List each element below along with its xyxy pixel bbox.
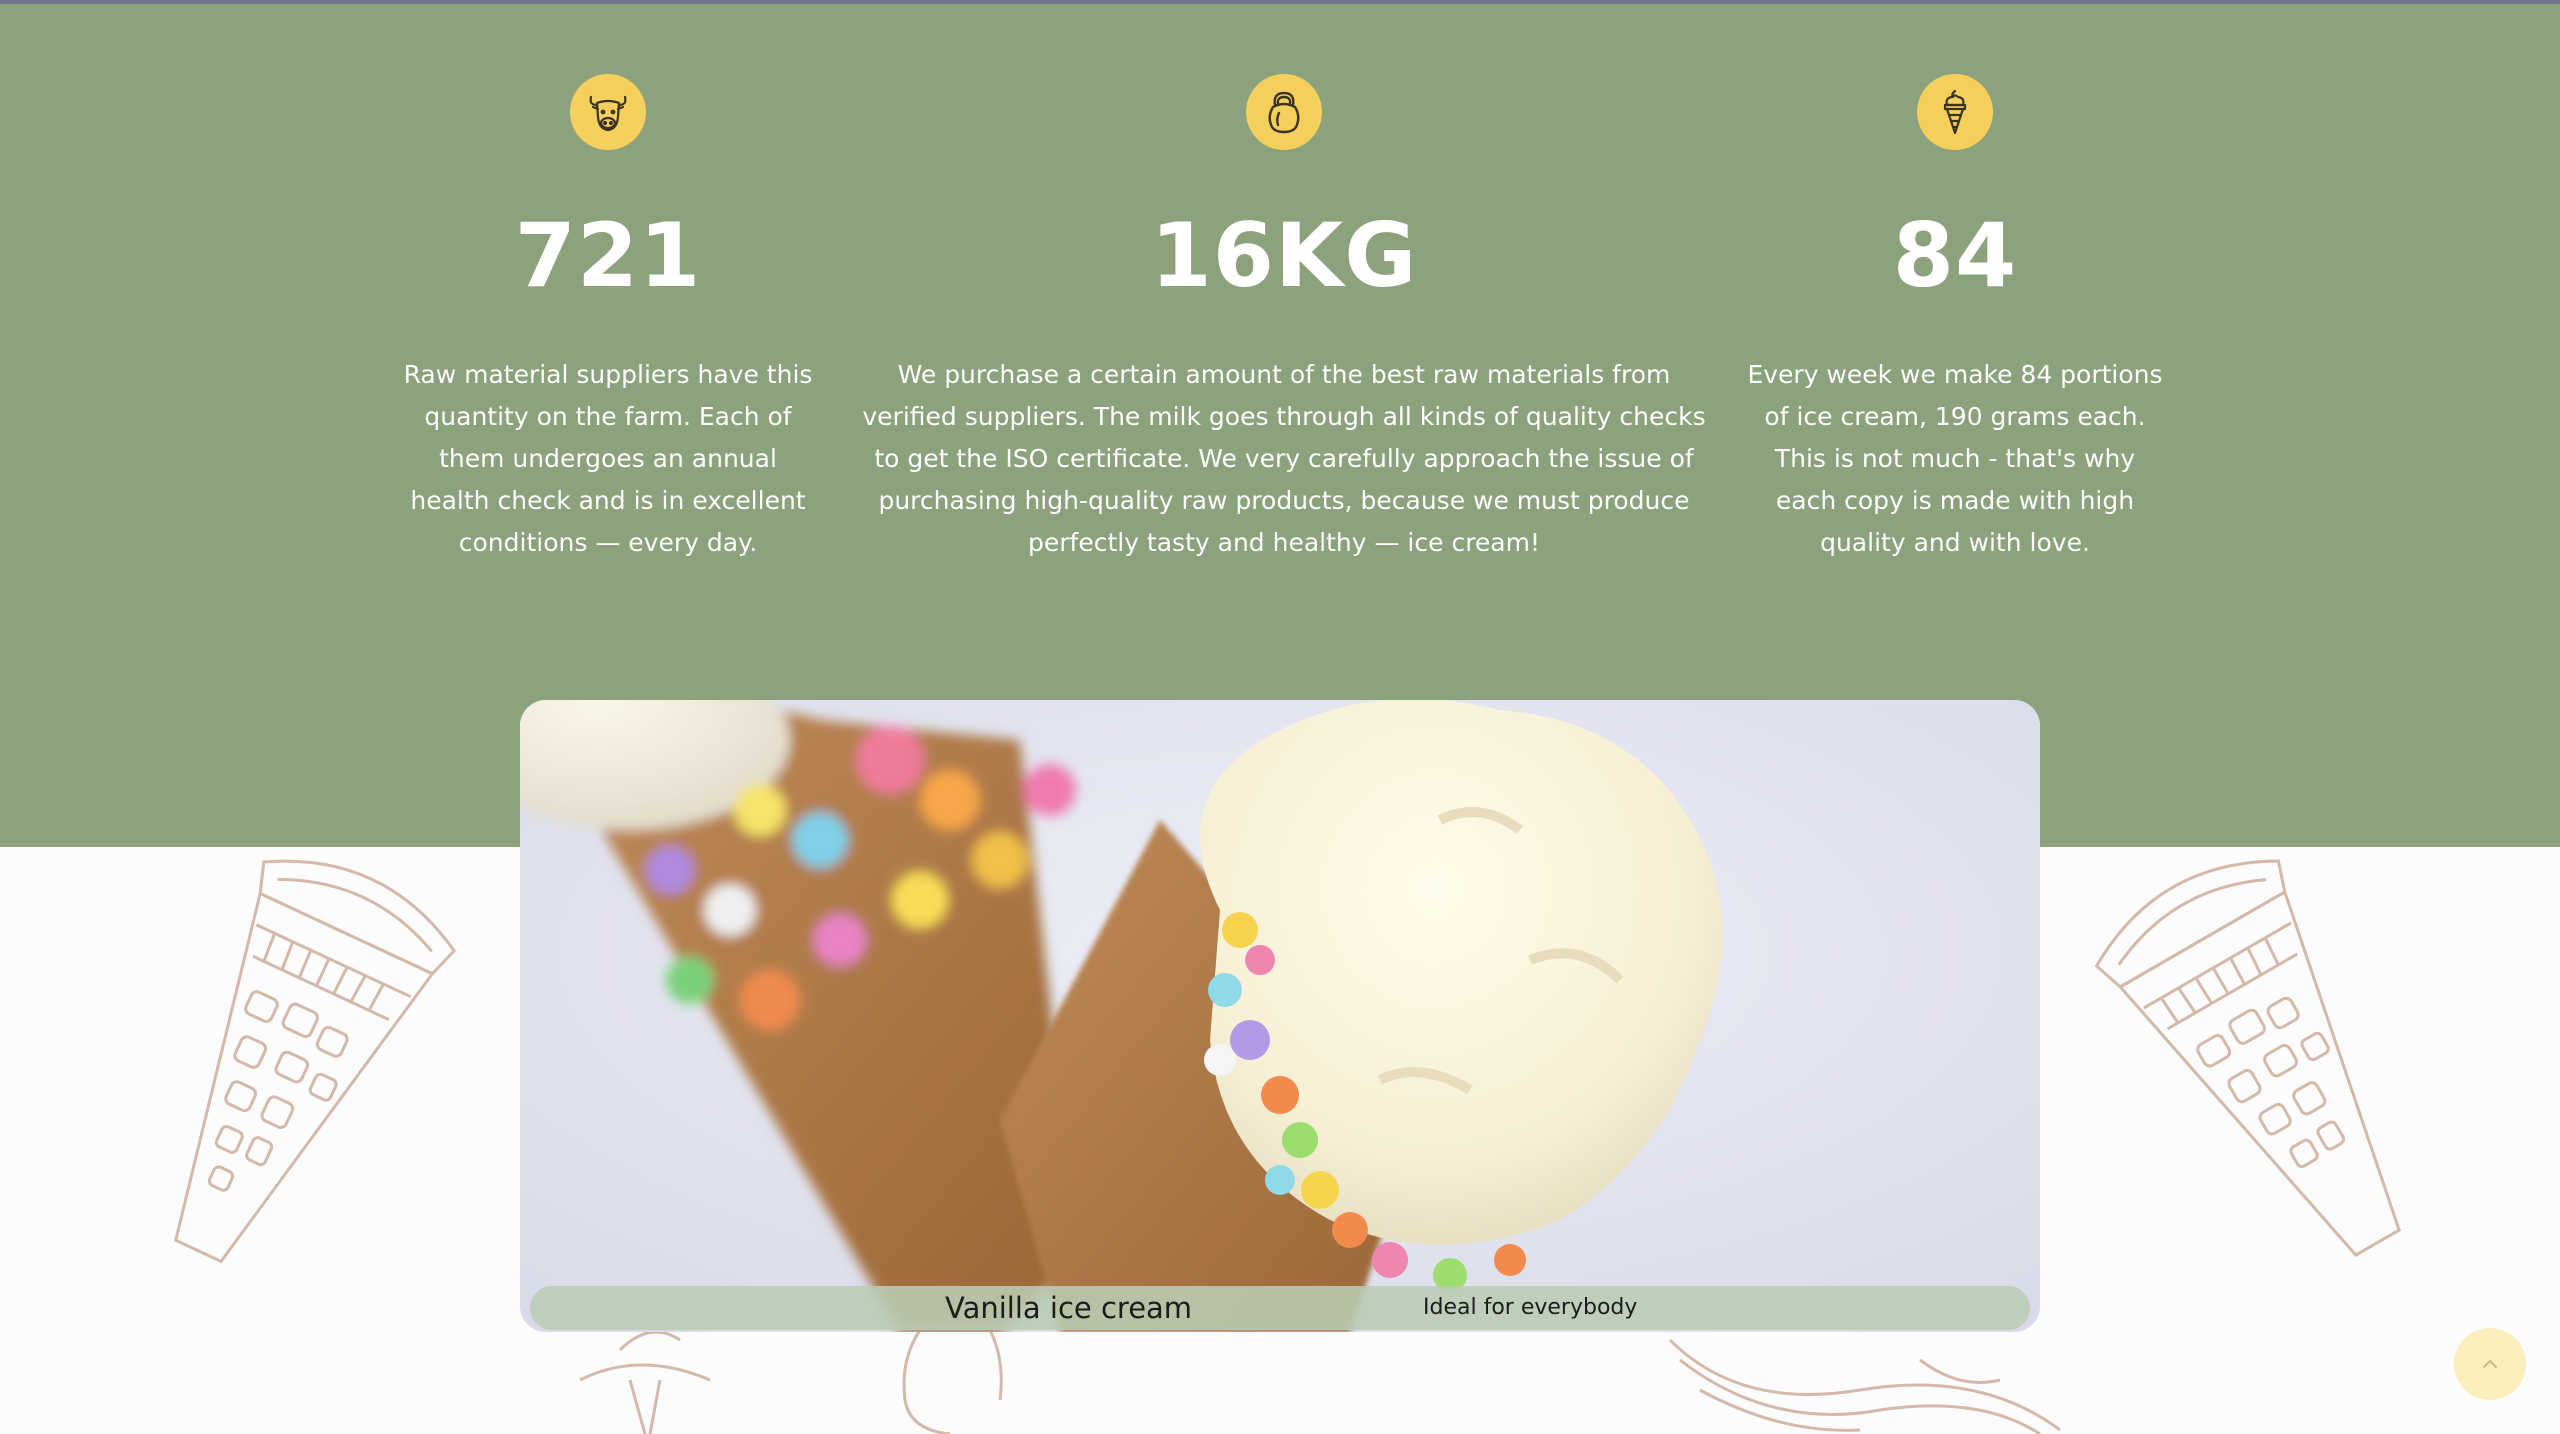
chevron-up-icon [2483, 1360, 2497, 1368]
stat-value: 721 [514, 204, 702, 307]
product-subtitle: Ideal for everybody [1423, 1295, 1638, 1320]
product-photo [520, 700, 2040, 1332]
stat-raw-materials: 16KG We purchase a certain amount of the… [858, 74, 1710, 564]
stat-suppliers: 721 Raw material suppliers have this qua… [398, 74, 818, 564]
stat-portions: 84 Every week we make 84 portions of ice… [1745, 74, 2165, 564]
product-title: Vanilla ice cream [945, 1291, 1193, 1325]
scroll-to-top-button[interactable] [2454, 1328, 2526, 1400]
stat-description: We purchase a certain amount of the best… [862, 360, 1706, 557]
stat-value: 84 [1892, 204, 2018, 307]
stat-description: Every week we make 84 portions of ice cr… [1747, 360, 2163, 557]
left-cone-sketch [50, 830, 520, 1300]
stat-value: 16KG [1150, 204, 1418, 307]
ice-cream-icon [1917, 74, 1993, 150]
bottom-right-swirl-sketch [1660, 1320, 2080, 1434]
stat-description: Raw material suppliers have this quantit… [403, 360, 813, 557]
product-card[interactable]: Vanilla ice cream Ideal for everybody [520, 700, 2040, 1332]
kettlebell-icon [1246, 74, 1322, 150]
cow-icon [570, 74, 646, 150]
page: 721 Raw material suppliers have this qua… [0, 0, 2560, 1434]
right-cone-sketch [2040, 830, 2510, 1300]
bottom-sundae-sketch [560, 1320, 1100, 1434]
product-caption: Vanilla ice cream Ideal for everybody [530, 1286, 2030, 1330]
